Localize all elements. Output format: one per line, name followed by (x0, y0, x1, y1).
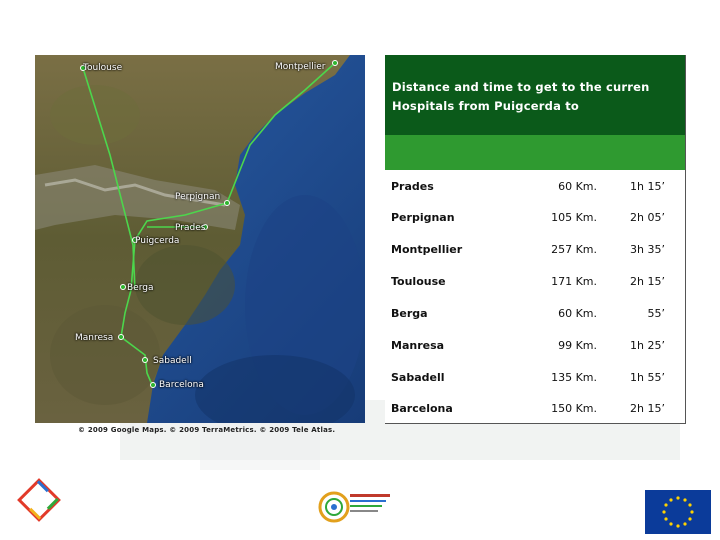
time-cell: 1h 55’ (630, 371, 665, 384)
map-label-berga: Berga (127, 283, 154, 293)
time-cell: 2h 05’ (630, 211, 665, 224)
time-cell: 1h 15’ (630, 180, 665, 193)
distance-cell: 60 Km. (558, 180, 597, 193)
distance-cell: 257 Km. (551, 243, 597, 256)
city-cell: Barcelona (391, 402, 453, 415)
time-cell: 1h 25’ (630, 339, 665, 352)
table-header: Distance and time to get to the curren H… (385, 55, 685, 135)
table-row: Manresa 99 Km. 1h 25’ (385, 329, 685, 360)
eu-flag-icon (645, 490, 711, 534)
time-cell: 2h 15’ (630, 402, 665, 415)
city-cell: Sabadell (391, 371, 445, 384)
table-row: Sabadell 135 Km. 1h 55’ (385, 361, 685, 392)
city-cell: Berga (391, 307, 428, 320)
table-title-line2: Hospitals from Puigcerda to (392, 99, 580, 113)
table-row: Barcelona 150 Km. 2h 15’ (385, 392, 685, 423)
distance-cell: 99 Km. (558, 339, 597, 352)
map-label-toulouse: Toulouse (83, 63, 123, 73)
map-label-sabadell: Sabadell (153, 356, 192, 366)
distance-cell: 135 Km. (551, 371, 597, 384)
time-cell: 2h 15’ (630, 275, 665, 288)
distance-cell: 150 Km. (551, 402, 597, 415)
table-title-line1: Distance and time to get to the curren (392, 80, 650, 94)
table-row: Perpignan 105 Km. 2h 05’ (385, 201, 685, 232)
project-logo (318, 491, 390, 523)
map-label-puigcerda: Puigcerda (135, 236, 180, 246)
map-copyright: © 2009 Google Maps. © 2009 TerraMetrics.… (78, 426, 336, 434)
city-cell: Toulouse (391, 275, 446, 288)
distance-cell: 60 Km. (558, 307, 597, 320)
map-label-prades: Prades (175, 223, 206, 233)
map-label-montpellier: Montpellier (275, 62, 326, 72)
time-cell: 3h 35’ (630, 243, 665, 256)
distance-cell: 105 Km. (551, 211, 597, 224)
satellite-map[interactable]: Toulouse Montpellier Perpignan Prades Pu… (35, 55, 365, 423)
map-label-barcelona: Barcelona (159, 380, 204, 390)
city-cell: Manresa (391, 339, 445, 352)
map-image (35, 55, 365, 423)
table-row: Prades 60 Km. 1h 15’ (385, 170, 685, 201)
table-row: Montpellier 257 Km. 3h 35’ (385, 233, 685, 264)
city-cell: Perpignan (391, 211, 455, 224)
city-cell: Montpellier (391, 243, 463, 256)
city-cell: Prades (391, 180, 434, 193)
distance-table: Distance and time to get to the curren H… (385, 55, 686, 424)
time-cell: 55’ (647, 307, 666, 320)
table-row: Toulouse 171 Km. 2h 15’ (385, 265, 685, 296)
distance-cell: 171 Km. (551, 275, 597, 288)
hospital-logo (17, 478, 61, 522)
map-label-manresa: Manresa (75, 333, 114, 343)
table-row: Berga 60 Km. 55’ (385, 297, 685, 328)
map-label-perpignan: Perpignan (175, 192, 221, 202)
